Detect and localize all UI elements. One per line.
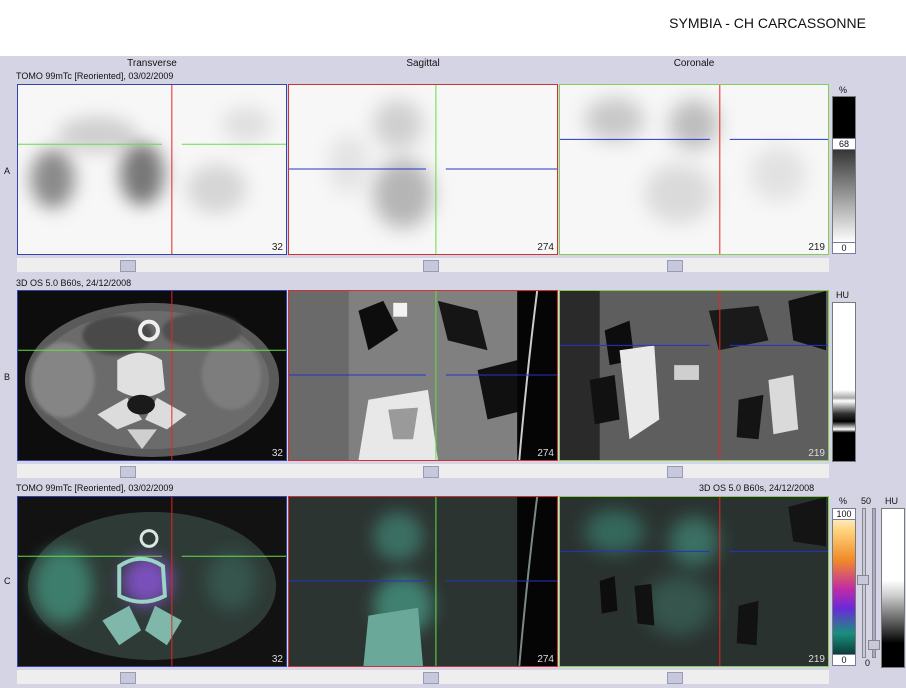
scroll-thumb-sagittal[interactable] <box>423 466 439 478</box>
slice-number: 219 <box>808 242 825 253</box>
opacity-slider-knob[interactable] <box>857 575 869 585</box>
column-title-coronal: Coronale <box>673 58 715 69</box>
viewport-c-coronal[interactable]: 219 <box>559 496 829 667</box>
colorbar-c-right[interactable] <box>881 508 905 668</box>
slice-number: 219 <box>808 654 825 665</box>
colorbar-c-top-value[interactable]: 100 <box>832 508 856 520</box>
viewport-a-sagittal[interactable]: 274 <box>288 84 558 255</box>
colorbar-unit-b: HU <box>836 290 849 300</box>
series-label-row-c-right: 3D OS 5.0 B60s, 24/12/2008 <box>699 483 815 493</box>
row-letter-a: A <box>4 166 11 176</box>
spect-sagittal-image <box>289 85 557 254</box>
scrollbar-row-a[interactable] <box>17 258 829 272</box>
scroll-thumb-coronal[interactable] <box>667 466 683 478</box>
colorbar-unit-a: % <box>839 85 848 95</box>
scroll-thumb-coronal[interactable] <box>667 260 683 272</box>
spect-transverse-image <box>18 85 286 254</box>
column-title-sagittal: Sagittal <box>406 58 440 69</box>
fusion-coronal-image <box>560 497 828 666</box>
column-title-transverse: Transverse <box>127 58 177 69</box>
scrollbar-row-b[interactable] <box>17 464 829 478</box>
slice-number: 32 <box>271 654 283 665</box>
spect-coronal-image <box>560 85 828 254</box>
viewport-b-transverse[interactable]: 32 <box>17 290 287 461</box>
colorbar-b[interactable] <box>832 302 856 462</box>
blend-slider-knob[interactable] <box>868 640 880 650</box>
scroll-thumb-transverse[interactable] <box>120 672 136 684</box>
blend-value-label: 50 <box>861 496 872 506</box>
series-label-row-c-left: TOMO 99mTc [Reoriented], 03/02/2009 <box>16 483 174 493</box>
row-letter-b: B <box>4 372 11 382</box>
scrollbar-row-c[interactable] <box>17 670 829 684</box>
slice-number: 274 <box>537 242 554 253</box>
colorbar-unit-c-right: HU <box>885 496 898 506</box>
blend-slider-track[interactable] <box>872 508 876 658</box>
fusion-sagittal-image <box>289 497 557 666</box>
slice-number: 274 <box>537 654 554 665</box>
ct-coronal-image <box>560 291 828 460</box>
ct-sagittal-image <box>289 291 557 460</box>
slice-number: 274 <box>537 448 554 459</box>
scroll-thumb-sagittal[interactable] <box>423 672 439 684</box>
viewport-a-coronal[interactable]: 219 <box>559 84 829 255</box>
colorbar-unit-c: % <box>839 496 848 506</box>
colorbar-a-bottom-value[interactable]: 0 <box>832 242 856 254</box>
app-header: SYMBIA - CH CARCASSONNE <box>0 0 906 56</box>
blend-slider-min-label: 0 <box>865 658 871 668</box>
row-letter-c: C <box>4 576 11 586</box>
colorbar-a-top-value[interactable]: 68 <box>832 138 856 150</box>
ct-transverse-image <box>18 291 286 460</box>
slice-number: 32 <box>271 448 283 459</box>
viewport-c-transverse[interactable]: 32 <box>17 496 287 667</box>
viewport-b-coronal[interactable]: 219 <box>559 290 829 461</box>
series-label-row-b: 3D OS 5.0 B60s, 24/12/2008 <box>16 278 132 288</box>
scroll-thumb-transverse[interactable] <box>120 466 136 478</box>
series-label-row-a: TOMO 99mTc [Reoriented], 03/02/2009 <box>16 71 174 81</box>
scroll-thumb-sagittal[interactable] <box>423 260 439 272</box>
viewport-b-sagittal[interactable]: 274 <box>288 290 558 461</box>
colorbar-c-bottom-value[interactable]: 0 <box>832 654 856 666</box>
viewport-c-sagittal[interactable]: 274 <box>288 496 558 667</box>
colorbar-a[interactable] <box>832 96 856 244</box>
slice-number: 219 <box>808 448 825 459</box>
scroll-thumb-transverse[interactable] <box>120 260 136 272</box>
site-title: SYMBIA - CH CARCASSONNE <box>669 15 866 31</box>
slice-number: 32 <box>271 242 283 253</box>
scroll-thumb-coronal[interactable] <box>667 672 683 684</box>
viewport-a-transverse[interactable]: 32 <box>17 84 287 255</box>
colorbar-c[interactable] <box>832 508 856 656</box>
fusion-transverse-image <box>18 497 286 666</box>
